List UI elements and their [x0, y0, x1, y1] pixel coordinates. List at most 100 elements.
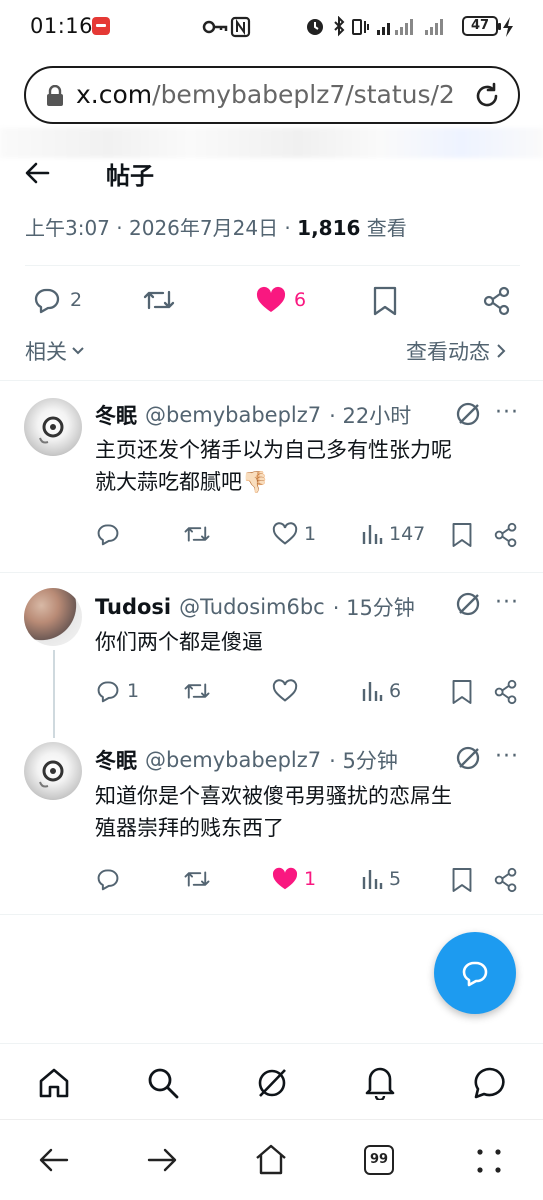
- grok-icon[interactable]: [255, 1066, 289, 1100]
- post-meta: 上午3:07 · 2026年7月24日 · 1,816 查看: [25, 216, 407, 240]
- views-button[interactable]: 147: [361, 522, 425, 546]
- like-button[interactable]: [272, 679, 298, 703]
- tweet-time[interactable]: · 22小时: [329, 400, 411, 430]
- retweet-button[interactable]: [183, 867, 211, 891]
- messages-icon[interactable]: [472, 1065, 508, 1101]
- sort-label: 相关: [25, 340, 67, 364]
- tweet-text-line: 就大蒜吃都腻吧👎🏻: [95, 470, 269, 494]
- bookmark-button[interactable]: [451, 679, 473, 705]
- share-icon: [494, 522, 517, 548]
- home-icon[interactable]: [37, 1066, 71, 1100]
- view-count: 6: [389, 680, 402, 702]
- reply-icon: [34, 288, 60, 314]
- browser-home-icon[interactable]: [254, 1142, 288, 1176]
- like-count: 1: [304, 523, 317, 545]
- share-button[interactable]: [494, 679, 518, 705]
- views-button[interactable]: 6: [361, 679, 401, 703]
- view-count: 147: [389, 523, 426, 545]
- views-button[interactable]: 5: [361, 867, 401, 891]
- bookmark-button[interactable]: [451, 522, 473, 548]
- lock-icon[interactable]: [46, 85, 64, 107]
- views-icon: [362, 525, 383, 544]
- tab-switcher-button[interactable]: 99: [364, 1145, 394, 1175]
- divider: [25, 265, 520, 266]
- grok-icon[interactable]: [455, 745, 481, 771]
- charging-icon: [502, 17, 514, 37]
- grok-icon[interactable]: [455, 591, 481, 617]
- share-icon: [494, 867, 517, 893]
- views-icon: [362, 870, 383, 889]
- blurred-tabs: [0, 128, 543, 158]
- like-count: 6: [294, 289, 307, 311]
- avatar[interactable]: [24, 588, 82, 646]
- view-count: 5: [389, 868, 402, 890]
- heart-icon: [256, 286, 286, 312]
- more-options-button[interactable]: ···: [495, 744, 519, 769]
- share-button[interactable]: [494, 522, 518, 548]
- key-nfc-icons: [202, 16, 264, 38]
- reply-button[interactable]: 1: [95, 679, 139, 703]
- tweet-text-line: 你们两个都是傻逼: [95, 630, 263, 654]
- retweet-icon: [184, 871, 210, 887]
- tweet-text: 你们两个都是傻逼: [95, 626, 525, 658]
- retweet-button[interactable]: [142, 286, 176, 314]
- bookmark-icon: [452, 868, 472, 892]
- share-button[interactable]: [494, 867, 518, 893]
- heart-icon: [272, 867, 298, 890]
- share-button[interactable]: [483, 286, 511, 316]
- reply-button[interactable]: 2: [32, 286, 82, 314]
- like-button[interactable]: 1: [272, 867, 316, 891]
- more-options-button[interactable]: ···: [495, 400, 519, 425]
- view-label: 查看: [366, 216, 407, 240]
- menu-dots-icon[interactable]: [476, 1148, 502, 1174]
- heart-icon: [272, 522, 298, 545]
- thread-line: [53, 650, 55, 738]
- browser-back-icon[interactable]: [38, 1144, 70, 1176]
- views-icon: [362, 682, 383, 701]
- tweet-time[interactable]: · 5分钟: [329, 745, 398, 775]
- url-path: /bemybabeplz7/status/20: [152, 80, 456, 109]
- reply-button[interactable]: [95, 522, 121, 546]
- display-name[interactable]: Tudosi: [95, 595, 171, 619]
- retweet-button[interactable]: [183, 522, 211, 546]
- like-button[interactable]: 6: [256, 286, 306, 314]
- browser-forward-icon[interactable]: [146, 1144, 178, 1176]
- reply-icon: [462, 961, 488, 987]
- tweet-actions: 1 6: [95, 677, 520, 711]
- url-text[interactable]: x.com/bemybabeplz7/status/20: [76, 80, 456, 112]
- back-arrow-icon[interactable]: [24, 160, 50, 186]
- tweet-time[interactable]: · 15分钟: [333, 592, 415, 622]
- url-domain: x.com: [76, 80, 153, 109]
- grok-icon[interactable]: [455, 401, 481, 427]
- bookmark-button[interactable]: [372, 286, 398, 316]
- handle[interactable]: @bemybabeplz7: [145, 748, 321, 772]
- divider: [0, 572, 543, 573]
- reply-button[interactable]: [95, 867, 121, 891]
- tweet-actions: 1 5: [95, 865, 520, 899]
- reload-icon[interactable]: [472, 81, 502, 111]
- display-name[interactable]: 冬眠: [95, 400, 137, 430]
- view-activity-link[interactable]: 查看动态: [406, 336, 506, 366]
- view-activity-label: 查看动态: [406, 340, 490, 364]
- search-icon[interactable]: [146, 1066, 180, 1100]
- page-title: 帖子: [106, 162, 154, 190]
- bookmark-icon: [452, 523, 472, 547]
- avatar[interactable]: [24, 742, 82, 800]
- more-options-button[interactable]: ···: [495, 590, 519, 615]
- retweet-button[interactable]: [183, 679, 211, 703]
- bookmark-button[interactable]: [451, 867, 473, 893]
- address-bar[interactable]: x.com/bemybabeplz7/status/20: [24, 66, 520, 124]
- avatar[interactable]: [24, 398, 82, 456]
- handle[interactable]: @bemybabeplz7: [145, 403, 321, 427]
- sort-dropdown[interactable]: 相关: [25, 336, 85, 366]
- post-date[interactable]: 2026年7月24日: [129, 216, 278, 240]
- like-button[interactable]: 1: [272, 522, 316, 546]
- tweet-text-line: 主页还发个猪手以为自己多有性张力呢: [95, 438, 452, 462]
- battery-indicator: 47: [462, 16, 501, 36]
- chevron-down-icon: [72, 347, 84, 355]
- tweet-text: 主页还发个猪手以为自己多有性张力呢 就大蒜吃都腻吧👎🏻: [95, 434, 525, 498]
- display-name[interactable]: 冬眠: [95, 745, 137, 775]
- bell-icon[interactable]: [363, 1064, 397, 1100]
- reply-fab-button[interactable]: [434, 932, 516, 1014]
- handle[interactable]: @Tudosim6bc: [179, 595, 325, 619]
